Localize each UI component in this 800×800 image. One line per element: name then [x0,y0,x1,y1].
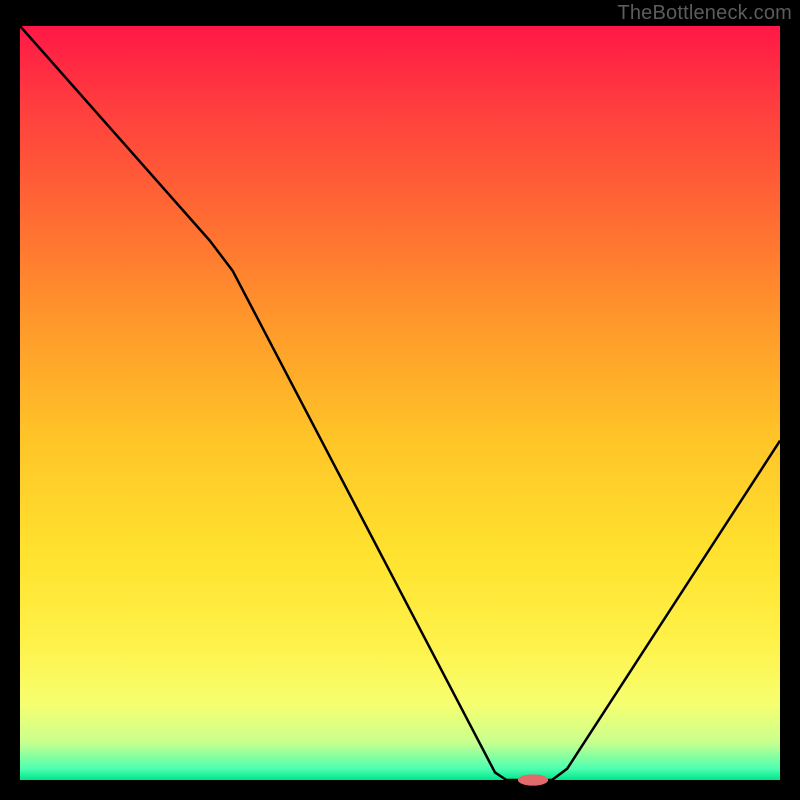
plot-background [20,26,780,780]
optimal-marker [518,774,548,785]
chart-svg [0,0,800,800]
chart-frame: TheBottleneck.com [0,0,800,800]
watermark-text: TheBottleneck.com [617,2,792,25]
